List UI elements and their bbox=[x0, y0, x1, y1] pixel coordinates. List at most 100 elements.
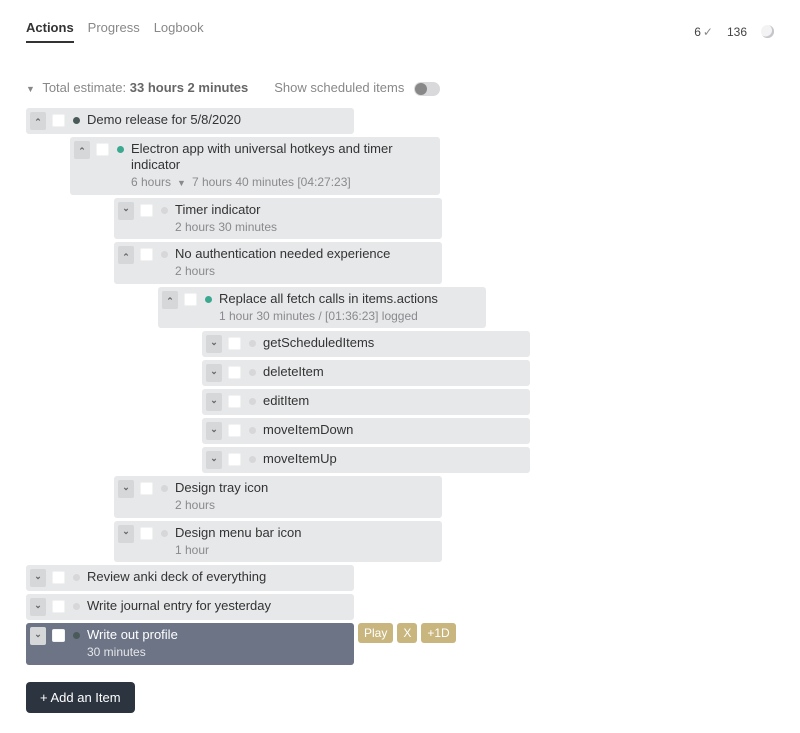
status-dot bbox=[249, 369, 256, 376]
status-dot bbox=[249, 456, 256, 463]
expand-handle[interactable] bbox=[206, 451, 222, 469]
collapse-handle[interactable] bbox=[74, 141, 90, 159]
task-title: Design tray icon bbox=[175, 480, 268, 497]
task-row-write-journal[interactable]: Write journal entry for yesterday bbox=[26, 594, 354, 620]
task-row-no-auth[interactable]: No authentication needed experience2 hou… bbox=[114, 242, 442, 283]
task-tree: Demo release for 5/8/2020 Electron app wi… bbox=[26, 108, 774, 668]
status-dot bbox=[161, 251, 168, 258]
task-row-get-scheduled[interactable]: getScheduledItems bbox=[202, 331, 530, 357]
task-checkbox[interactable] bbox=[228, 453, 241, 466]
collapse-handle[interactable] bbox=[118, 246, 134, 264]
task-subtext: 1 hour bbox=[175, 543, 301, 559]
task-title: Electron app with universal hotkeys and … bbox=[131, 141, 432, 175]
task-row-timer-indicator[interactable]: Timer indicator2 hours 30 minutes bbox=[114, 198, 442, 239]
expand-handle[interactable] bbox=[206, 393, 222, 411]
task-subtext: 1 hour 30 minutes / [01:36:23] logged bbox=[219, 309, 438, 325]
task-checkbox[interactable] bbox=[96, 143, 109, 156]
done-count: 6✓ bbox=[694, 25, 713, 39]
task-row-design-tray[interactable]: Design tray icon2 hours bbox=[114, 476, 442, 517]
status-dot bbox=[161, 530, 168, 537]
expand-handle[interactable] bbox=[206, 364, 222, 382]
top-nav: Actions Progress Logbook 6✓ 136 bbox=[26, 20, 774, 44]
task-title: No authentication needed experience bbox=[175, 246, 390, 263]
task-title: Write out profile bbox=[87, 627, 178, 644]
task-checkbox[interactable] bbox=[228, 337, 241, 350]
task-title: editItem bbox=[263, 393, 309, 410]
status-dot bbox=[249, 340, 256, 347]
task-title: Timer indicator bbox=[175, 202, 277, 219]
total-estimate: Total estimate: 33 hours 2 minutes bbox=[26, 80, 248, 95]
task-title: Write journal entry for yesterday bbox=[87, 598, 271, 615]
expand-handle[interactable] bbox=[30, 569, 46, 587]
expand-handle[interactable] bbox=[206, 422, 222, 440]
tab-progress[interactable]: Progress bbox=[88, 20, 140, 43]
add-item-button[interactable]: + Add an Item bbox=[26, 682, 135, 713]
status-dot bbox=[161, 485, 168, 492]
task-checkbox[interactable] bbox=[140, 204, 153, 217]
task-row-move-up[interactable]: moveItemUp bbox=[202, 447, 530, 473]
task-subtext: 6 hours7 hours 40 minutes [04:27:23] bbox=[131, 175, 432, 191]
top-stats: 6✓ 136 bbox=[694, 25, 774, 39]
task-row-delete-item[interactable]: deleteItem bbox=[202, 360, 530, 386]
close-button[interactable]: X bbox=[397, 623, 417, 643]
expand-handle[interactable] bbox=[118, 525, 134, 543]
task-row-write-profile[interactable]: Write out profile30 minutes bbox=[26, 623, 354, 664]
play-button[interactable]: Play bbox=[358, 623, 393, 643]
tab-logbook[interactable]: Logbook bbox=[154, 20, 204, 43]
task-checkbox[interactable] bbox=[52, 629, 65, 642]
task-row-edit-item[interactable]: editItem bbox=[202, 389, 530, 415]
task-row-electron-app[interactable]: Electron app with universal hotkeys and … bbox=[70, 137, 440, 195]
task-title: moveItemUp bbox=[263, 451, 337, 468]
task-subtext: 2 hours bbox=[175, 498, 268, 514]
task-checkbox[interactable] bbox=[228, 395, 241, 408]
task-row-review-anki[interactable]: Review anki deck of everything bbox=[26, 565, 354, 591]
task-title: getScheduledItems bbox=[263, 335, 374, 352]
collapse-handle[interactable] bbox=[162, 291, 178, 309]
task-row-move-down[interactable]: moveItemDown bbox=[202, 418, 530, 444]
task-checkbox[interactable] bbox=[52, 571, 65, 584]
task-row-design-menubar[interactable]: Design menu bar icon1 hour bbox=[114, 521, 442, 562]
expand-handle[interactable] bbox=[206, 335, 222, 353]
task-checkbox[interactable] bbox=[140, 527, 153, 540]
status-dot bbox=[73, 117, 80, 124]
status-dot bbox=[161, 207, 168, 214]
task-title: moveItemDown bbox=[263, 422, 353, 439]
task-subtext: 2 hours bbox=[175, 264, 390, 280]
task-checkbox[interactable] bbox=[52, 114, 65, 127]
total-count: 136 bbox=[727, 25, 747, 39]
status-dot bbox=[117, 146, 124, 153]
moon-icon bbox=[761, 25, 774, 38]
task-title: deleteItem bbox=[263, 364, 324, 381]
caret-down-icon[interactable] bbox=[177, 177, 186, 190]
status-dot bbox=[73, 603, 80, 610]
task-checkbox[interactable] bbox=[140, 248, 153, 261]
task-row-replace-fetch[interactable]: Replace all fetch calls in items.actions… bbox=[158, 287, 486, 328]
check-icon: ✓ bbox=[703, 25, 713, 39]
caret-down-icon[interactable] bbox=[26, 80, 35, 95]
task-subtext: 2 hours 30 minutes bbox=[175, 220, 277, 236]
task-checkbox[interactable] bbox=[228, 424, 241, 437]
task-title: Design menu bar icon bbox=[175, 525, 301, 542]
task-title: Demo release for 5/8/2020 bbox=[87, 112, 241, 129]
expand-handle[interactable] bbox=[118, 480, 134, 498]
task-subtext: 30 minutes bbox=[87, 645, 178, 661]
toggle-icon[interactable] bbox=[414, 82, 440, 96]
status-dot bbox=[73, 632, 80, 639]
summary-row: Total estimate: 33 hours 2 minutes Show … bbox=[26, 80, 774, 96]
collapse-handle[interactable] bbox=[30, 112, 46, 130]
task-row-demo-release[interactable]: Demo release for 5/8/2020 bbox=[26, 108, 354, 134]
show-scheduled-toggle[interactable]: Show scheduled items bbox=[274, 80, 440, 96]
task-checkbox[interactable] bbox=[140, 482, 153, 495]
task-checkbox[interactable] bbox=[228, 366, 241, 379]
expand-handle[interactable] bbox=[118, 202, 134, 220]
task-title: Review anki deck of everything bbox=[87, 569, 266, 586]
status-dot bbox=[73, 574, 80, 581]
tab-actions[interactable]: Actions bbox=[26, 20, 74, 43]
task-checkbox[interactable] bbox=[184, 293, 197, 306]
status-dot bbox=[205, 296, 212, 303]
expand-handle[interactable] bbox=[30, 598, 46, 616]
tabs: Actions Progress Logbook bbox=[26, 20, 204, 43]
task-checkbox[interactable] bbox=[52, 600, 65, 613]
task-title: Replace all fetch calls in items.actions bbox=[219, 291, 438, 308]
snooze-button[interactable]: +1D bbox=[421, 623, 455, 643]
